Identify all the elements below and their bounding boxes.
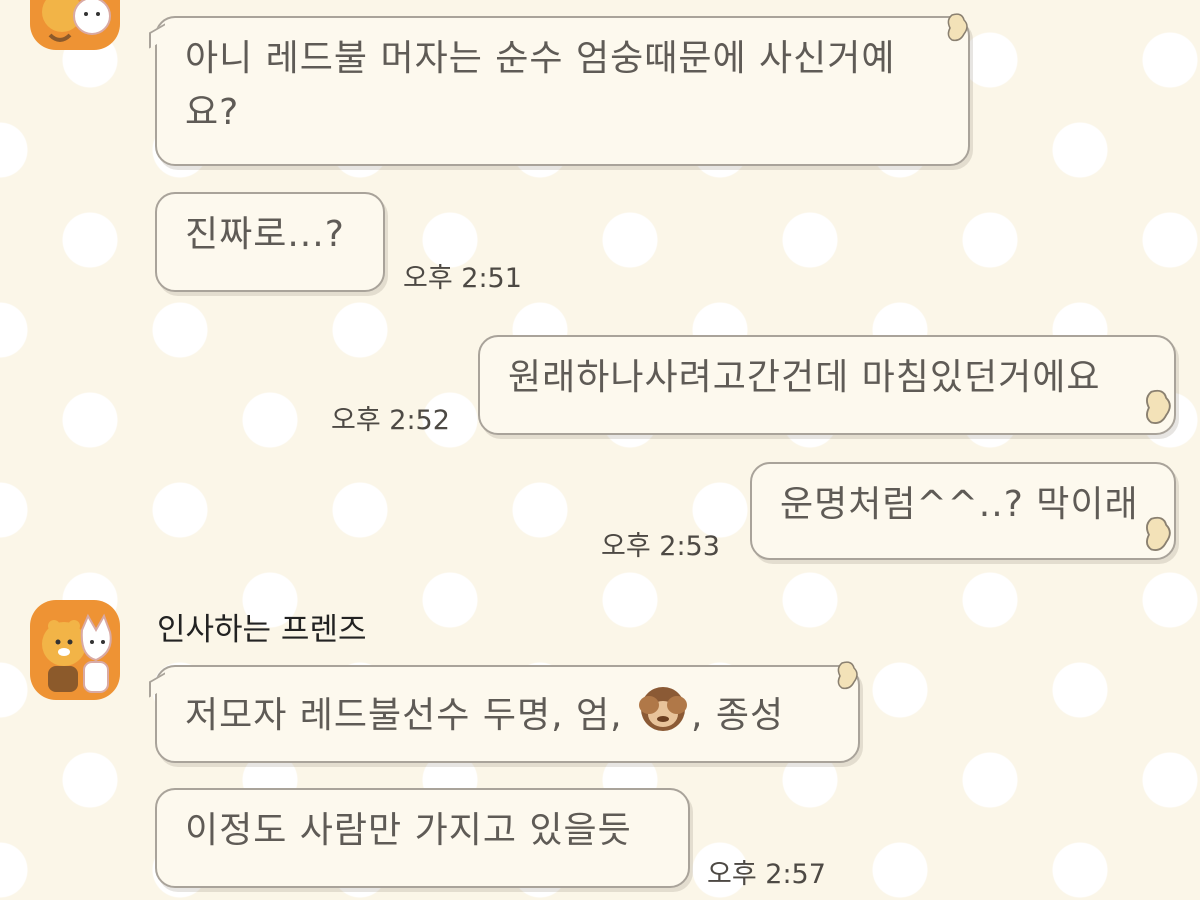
chat-area: 아니 레드불 머자는 순수 엄숭때문에 사신거예요? 진짜로...? 오후 2:… (0, 0, 1200, 900)
outgoing-message-bubble[interactable]: 원래하나사려고간건데 마침있던거에요 (478, 335, 1176, 435)
peanut-charm-icon (837, 661, 858, 690)
friends-avatar-icon[interactable] (30, 600, 120, 700)
outgoing-message-bubble[interactable]: 운명처럼^^..? 막이래 (750, 462, 1176, 560)
peanut-charm-icon (1146, 516, 1171, 551)
incoming-message-bubble[interactable]: 아니 레드불 머자는 순수 엄숭때문에 사신거예요? (155, 16, 970, 166)
message-timestamp: 오후 2:51 (403, 263, 522, 294)
message-timestamp: 오후 2:53 (601, 531, 720, 562)
peanut-charm-icon (947, 13, 968, 42)
peanut-charm-icon (1146, 389, 1171, 424)
see-no-evil-monkey-icon (638, 687, 687, 731)
message-text: 원래하나사려고간건데 마침있던거에요 (508, 357, 1101, 398)
message-text: 이정도 사람만 가지고 있을듯 (185, 810, 632, 851)
message-text: 운명처럼^^..? 막이래 (780, 484, 1139, 525)
incoming-message-bubble[interactable]: 저모자 레드불선수 두명, 엄, , 종성 (155, 665, 860, 763)
friends-avatar-icon[interactable] (30, 0, 120, 50)
message-text: 아니 레드불 머자는 순수 엄숭때문에 사신거예요? (185, 38, 896, 133)
message-timestamp: 오후 2:52 (331, 405, 450, 436)
message-text: 진짜로...? (185, 214, 345, 255)
sender-name: 인사하는 프렌즈 (157, 612, 367, 648)
message-timestamp: 오후 2:57 (707, 859, 826, 890)
incoming-message-bubble[interactable]: 진짜로...? (155, 192, 385, 292)
message-text: 저모자 레드불선수 두명, 엄, (185, 695, 635, 736)
message-text: , 종성 (690, 695, 785, 736)
incoming-message-bubble[interactable]: 이정도 사람만 가지고 있을듯 (155, 788, 690, 888)
